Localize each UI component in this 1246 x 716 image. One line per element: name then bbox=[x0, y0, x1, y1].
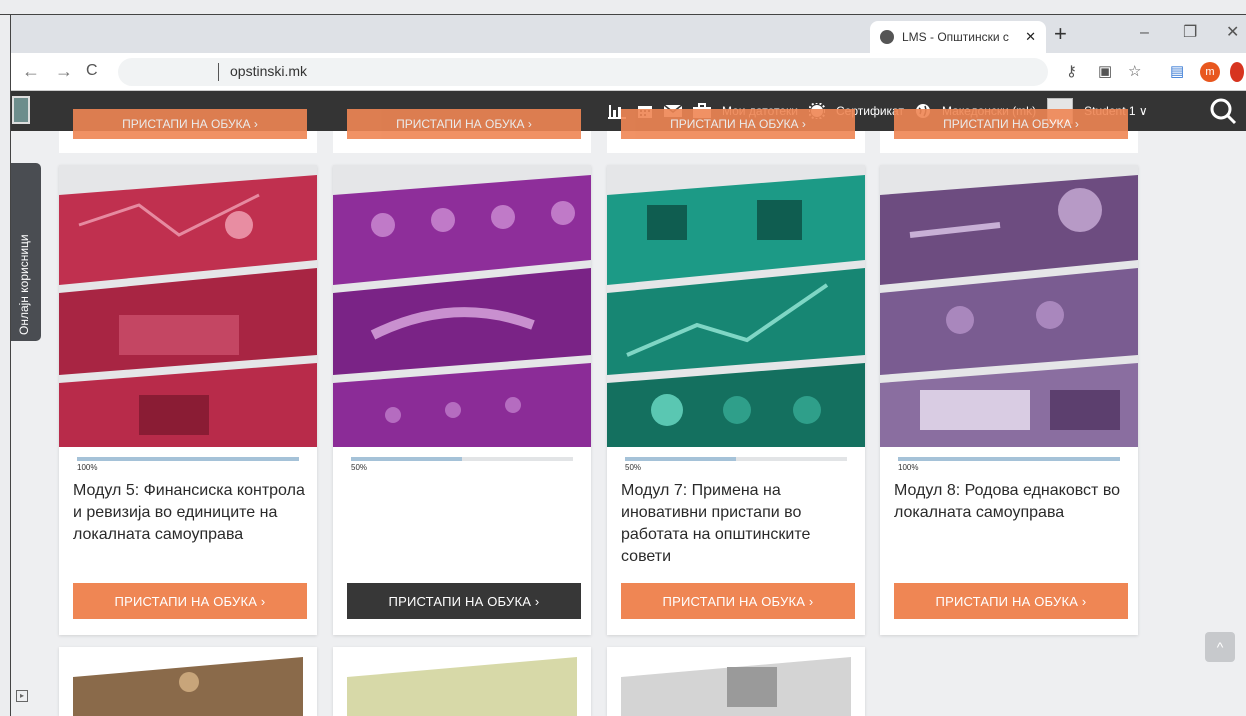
sidebar-toggle-icon[interactable]: ▸ bbox=[16, 690, 28, 702]
course-card-partial bbox=[59, 647, 317, 716]
course-image[interactable] bbox=[333, 165, 591, 447]
search-icon[interactable] bbox=[1208, 96, 1238, 126]
access-course-button[interactable]: ПРИСТАПИ НА ОБУКА › bbox=[621, 583, 855, 619]
online-users-label: Онлајн корисници bbox=[17, 234, 31, 335]
progress-percent: 100% bbox=[898, 463, 919, 472]
course-card-module-8: 100% Модул 8: Родова еднаковст во локалн… bbox=[880, 165, 1138, 635]
scroll-to-top-button[interactable]: ^ bbox=[1205, 632, 1235, 662]
course-card-module-5: 100% Модул 5: Финансиска контрола и реви… bbox=[59, 165, 317, 635]
forward-button[interactable]: → bbox=[55, 60, 73, 82]
access-course-button[interactable]: ПРИСТАПИ НА ОБУКА › bbox=[347, 583, 581, 619]
progress-percent: 100% bbox=[77, 463, 98, 472]
course-title[interactable]: Модул 5: Финансиска контрола и ревизија … bbox=[73, 480, 305, 546]
progress-bar bbox=[625, 457, 847, 461]
reload-button[interactable]: C bbox=[86, 60, 98, 82]
cast-icon[interactable]: ▤ bbox=[1170, 62, 1184, 80]
progress-fill bbox=[351, 457, 462, 461]
url-text[interactable]: opstinski.mk bbox=[230, 63, 307, 79]
progress-bar bbox=[77, 457, 299, 461]
course-image[interactable] bbox=[607, 165, 865, 447]
progress-fill bbox=[898, 457, 1120, 461]
progress-percent: 50% bbox=[351, 463, 368, 472]
access-course-button[interactable]: ПРИСТАПИ НА ОБУКА › bbox=[894, 109, 1128, 139]
course-image[interactable] bbox=[333, 647, 591, 716]
translate-icon[interactable]: ▣ bbox=[1098, 62, 1112, 80]
progress-fill bbox=[625, 457, 736, 461]
extension-red-icon[interactable] bbox=[1230, 62, 1244, 82]
course-title[interactable]: Модул 7: Примена на иновативни пристапи … bbox=[621, 480, 853, 568]
tab-title: LMS - Општински с bbox=[902, 30, 1009, 44]
course-title[interactable]: Модул 8: Родова еднаковст во локалната с… bbox=[894, 480, 1126, 524]
progress-bar bbox=[898, 457, 1120, 461]
access-course-button[interactable]: ПРИСТАПИ НА ОБУКА › bbox=[73, 583, 307, 619]
progress-percent: 50% bbox=[625, 463, 642, 472]
course-image[interactable] bbox=[880, 165, 1138, 447]
progress-fill bbox=[77, 457, 299, 461]
access-course-button[interactable]: ПРИСТАПИ НА ОБУКА › bbox=[73, 109, 307, 139]
access-course-button[interactable]: ПРИСТАПИ НА ОБУКА › bbox=[894, 583, 1128, 619]
course-card-module-7: 50% Модул 7: Примена на иновативни прист… bbox=[607, 165, 865, 635]
globe-icon bbox=[880, 30, 894, 44]
browser-tab[interactable]: LMS - Општински с ✕ bbox=[870, 21, 1046, 53]
progress-bar bbox=[351, 457, 573, 461]
course-image[interactable] bbox=[59, 165, 317, 447]
course-image[interactable] bbox=[59, 647, 317, 716]
extension-m-icon[interactable]: m bbox=[1200, 62, 1220, 82]
online-users-tab[interactable]: Онлајн корисници bbox=[11, 163, 41, 341]
course-card-module-6: 50% ПРИСТАПИ НА ОБУКА › bbox=[333, 165, 591, 635]
course-grid-area: ПРИСТАПИ НА ОБУКА › ПРИСТАПИ НА ОБУКА › … bbox=[11, 109, 1246, 716]
chevron-down-icon: ∨ bbox=[1138, 104, 1148, 118]
course-image[interactable] bbox=[607, 647, 865, 716]
restore-button[interactable]: ❐ bbox=[1183, 20, 1197, 46]
access-course-button[interactable]: ПРИСТАПИ НА ОБУКА › bbox=[621, 109, 855, 139]
star-icon[interactable]: ☆ bbox=[1128, 62, 1141, 80]
address-separator bbox=[218, 63, 219, 81]
access-course-button[interactable]: ПРИСТАПИ НА ОБУКА › bbox=[347, 109, 581, 139]
site-logo[interactable] bbox=[12, 96, 30, 124]
key-icon[interactable]: ⚷ bbox=[1066, 62, 1077, 80]
tab-close-icon[interactable]: ✕ bbox=[1025, 29, 1036, 45]
new-tab-button[interactable]: + bbox=[1054, 20, 1067, 48]
course-card-partial bbox=[607, 647, 865, 716]
course-card-partial bbox=[333, 647, 591, 716]
minimize-button[interactable]: – bbox=[1140, 20, 1149, 46]
close-window-button[interactable]: ✕ bbox=[1226, 20, 1239, 46]
back-button[interactable]: ← bbox=[22, 60, 40, 82]
